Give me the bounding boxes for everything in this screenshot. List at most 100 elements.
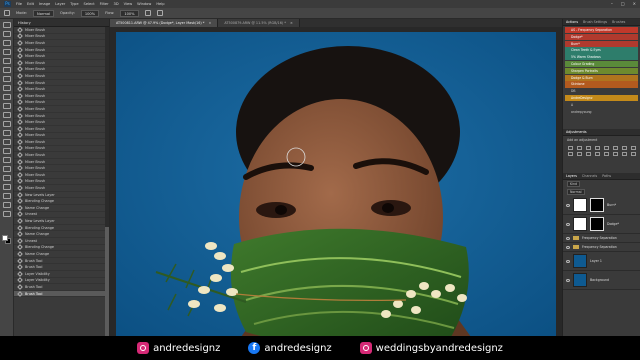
history-state[interactable]: Mixer Brush: [14, 152, 105, 159]
history-scrollbar[interactable]: [105, 27, 109, 344]
healing-tool-icon[interactable]: [2, 85, 11, 91]
invert-icon[interactable]: [595, 152, 600, 156]
tab-channels[interactable]: Channels: [582, 173, 597, 179]
menu-filter[interactable]: Filter: [100, 2, 109, 6]
menu-view[interactable]: View: [124, 2, 133, 6]
blur-tool-icon[interactable]: [2, 139, 11, 145]
history-state[interactable]: Blending Change: [14, 198, 105, 206]
menu-layer[interactable]: Layer: [55, 2, 65, 6]
layer-mask-thumbnail[interactable]: [590, 198, 604, 212]
history-state[interactable]: New Levels Layer: [14, 191, 105, 199]
airbrush-icon[interactable]: [144, 10, 151, 16]
eyedropper-tool-icon[interactable]: [2, 76, 11, 82]
close-icon[interactable]: ×: [209, 21, 212, 25]
kind-filter[interactable]: Kind: [567, 181, 581, 187]
color-lookup-icon[interactable]: [586, 152, 591, 156]
levels-icon[interactable]: [577, 146, 582, 150]
history-state[interactable]: Mixer Brush: [14, 178, 105, 186]
menu-file[interactable]: File: [16, 2, 22, 6]
minimize-icon[interactable]: –: [611, 1, 613, 6]
opacity-field[interactable]: 100%: [80, 9, 100, 17]
history-state[interactable]: New Levels Layer: [14, 218, 105, 225]
eye-icon[interactable]: [566, 222, 570, 226]
history-state[interactable]: Mixer Brush: [14, 33, 105, 41]
layer-row[interactable]: Frequency Separation: [563, 234, 640, 243]
history-state[interactable]: Name Change: [14, 251, 105, 258]
action-item[interactable]: Dodge*: [565, 33, 638, 41]
selective-color-icon[interactable]: [622, 152, 627, 156]
history-state[interactable]: Unnest: [14, 237, 105, 245]
history-state[interactable]: Mixer Brush: [14, 158, 105, 166]
mode-select[interactable]: Normal: [33, 9, 55, 17]
history-scroll-thumb[interactable]: [105, 227, 109, 337]
history-state[interactable]: Mixer Brush: [14, 145, 105, 153]
curves-icon[interactable]: [586, 146, 591, 150]
maximize-icon[interactable]: □: [621, 1, 625, 6]
history-state[interactable]: Mixer Brush: [14, 40, 105, 47]
history-state[interactable]: Mixer Brush: [14, 53, 105, 60]
history-state[interactable]: Mixer Brush: [14, 27, 105, 34]
document-tab[interactable]: AT500879.ARW @ 11.5% (RGB/16) * ×: [218, 19, 300, 27]
frame-tool-icon[interactable]: [2, 67, 11, 73]
pen-tool-icon[interactable]: [2, 157, 11, 163]
history-state[interactable]: Blending Change: [14, 224, 105, 232]
history-state[interactable]: Mixer Brush: [14, 46, 105, 54]
hue-saturation-icon[interactable]: [613, 146, 618, 150]
crop-tool-icon[interactable]: [2, 58, 11, 64]
menu-edit[interactable]: Edit: [27, 2, 34, 6]
document-tab-active[interactable]: AT500811.ARW @ 47.9% (Dodge*, Layer Mask…: [110, 19, 219, 27]
action-item[interactable]: Skintone: [565, 81, 638, 88]
layer-mask-thumbnail[interactable]: [590, 217, 604, 231]
history-state[interactable]: Brush Tool: [14, 284, 105, 291]
tab-paths[interactable]: Paths: [602, 173, 611, 179]
eraser-tool-icon[interactable]: [2, 121, 11, 127]
path-select-tool-icon[interactable]: [2, 175, 11, 181]
dodge-tool-icon[interactable]: [2, 148, 11, 154]
history-state[interactable]: Mixer Brush: [14, 99, 105, 107]
layer-row[interactable]: Frequency Separation: [563, 243, 640, 252]
action-item[interactable]: A: [565, 102, 638, 108]
exposure-icon[interactable]: [595, 146, 600, 150]
marquee-tool-icon[interactable]: [2, 31, 11, 37]
history-state[interactable]: Mixer Brush: [14, 59, 105, 67]
pressure-icon[interactable]: [156, 10, 163, 16]
action-item[interactable]: Dodge & Burn: [565, 74, 638, 81]
history-state[interactable]: Layer Visibility: [14, 270, 105, 278]
brush-preset-icon[interactable]: [4, 10, 10, 16]
history-state[interactable]: Mixer Brush: [14, 106, 105, 113]
brightness-icon[interactable]: [568, 146, 573, 150]
posterize-icon[interactable]: [604, 152, 609, 156]
action-item[interactable]: Sharpen Portraits: [565, 67, 638, 75]
history-tab[interactable]: History: [14, 19, 109, 27]
color-balance-icon[interactable]: [622, 146, 627, 150]
menu-select[interactable]: Select: [84, 2, 95, 6]
layer-row[interactable]: Background: [563, 271, 640, 290]
layer-row[interactable]: Layer 1: [563, 252, 640, 271]
history-state[interactable]: Name Change: [14, 204, 105, 212]
move-tool-icon[interactable]: [2, 22, 11, 28]
history-state[interactable]: Mixer Brush: [14, 139, 105, 146]
type-tool-icon[interactable]: [2, 166, 11, 172]
photo-filter-icon[interactable]: [568, 152, 573, 156]
eye-icon[interactable]: [566, 203, 570, 207]
eye-icon[interactable]: [566, 236, 570, 240]
blend-mode-select[interactable]: Normal: [567, 189, 585, 195]
history-state[interactable]: Mixer Brush: [14, 73, 105, 80]
close-icon[interactable]: ×: [633, 1, 636, 6]
foreground-color-swatch[interactable]: [2, 235, 8, 241]
brush-tool-icon[interactable]: [2, 94, 11, 100]
rectangle-tool-icon[interactable]: [2, 184, 11, 190]
gradient-tool-icon[interactable]: [2, 130, 11, 136]
eye-icon[interactable]: [566, 259, 570, 263]
menu-3d[interactable]: 3D: [114, 2, 119, 6]
history-state[interactable]: Mixer Brush: [14, 165, 105, 173]
gradient-map-icon[interactable]: [631, 152, 636, 156]
layer-row[interactable]: Burn*: [563, 196, 640, 215]
action-item[interactable]: 5% Warm Shadows: [565, 54, 638, 61]
clone-stamp-tool-icon[interactable]: [2, 103, 11, 109]
vibrance-icon[interactable]: [604, 146, 609, 150]
menu-help[interactable]: Help: [156, 2, 164, 6]
history-state[interactable]: Brush Tool: [14, 290, 105, 298]
lasso-tool-icon[interactable]: [2, 40, 11, 46]
tab-layers[interactable]: Layers: [566, 173, 577, 179]
